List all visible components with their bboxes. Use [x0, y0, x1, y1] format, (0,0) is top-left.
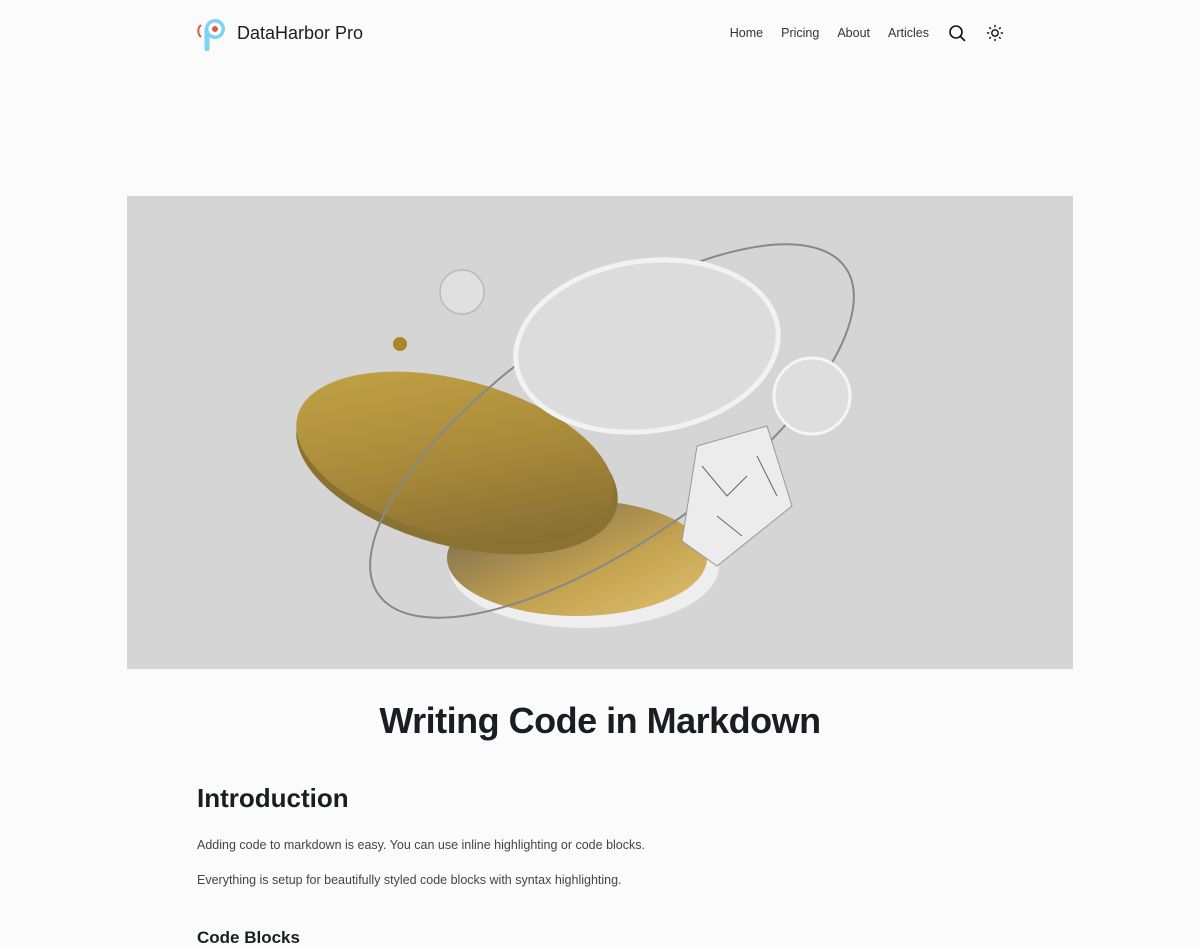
nav-about[interactable]: About [837, 26, 870, 40]
search-icon [949, 25, 966, 42]
logo-icon [197, 19, 225, 51]
theme-toggle-button[interactable] [985, 23, 1005, 43]
brand-link[interactable]: DataHarbor Pro [197, 15, 363, 51]
hero-image [127, 196, 1073, 669]
article-title: Writing Code in Markdown [379, 700, 821, 741]
nav-articles[interactable]: Articles [888, 26, 929, 40]
sun-icon [986, 24, 1004, 42]
nav-home[interactable]: Home [730, 26, 763, 40]
intro-paragraph-2: Everything is setup for beautifully styl… [197, 873, 622, 887]
main-nav: Home Pricing About Articles [730, 23, 1005, 43]
brand-name: DataHarbor Pro [237, 22, 364, 43]
introduction-heading: Introduction [197, 783, 349, 813]
nav-pricing[interactable]: Pricing [781, 26, 819, 40]
search-button[interactable] [947, 23, 967, 43]
site-header: DataHarbor Pro Home Pricing About Articl… [197, 14, 1005, 52]
intro-paragraph-1: Adding code to markdown is easy. You can… [197, 838, 645, 852]
code-blocks-heading: Code Blocks [197, 928, 300, 947]
